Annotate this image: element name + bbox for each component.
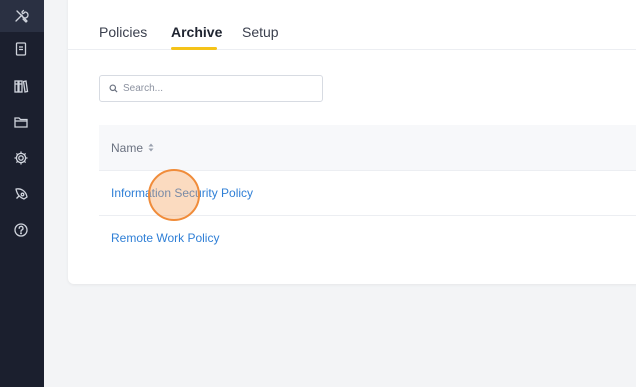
policies-card: Policies Archive Setup Name Information [68,0,636,284]
click-indicator [148,169,200,221]
table-header: Name [99,125,636,171]
tools-icon[interactable] [10,5,32,27]
folder-icon[interactable] [10,111,32,133]
tab-setup[interactable]: Setup [242,24,279,40]
search-icon [103,84,123,93]
search-box[interactable] [99,75,323,102]
column-header-name[interactable]: Name [111,141,154,155]
active-tab-indicator [171,47,217,50]
document-icon[interactable] [10,38,32,60]
tab-policies[interactable]: Policies [99,24,147,40]
sidebar [0,0,44,387]
tab-archive[interactable]: Archive [171,24,222,40]
search-input[interactable] [123,83,313,94]
tab-bar: Policies Archive Setup [68,0,636,50]
rocket-icon[interactable] [10,183,32,205]
column-header-label: Name [111,140,144,155]
table-row: Remote Work Policy [99,216,636,260]
help-icon[interactable] [10,219,32,241]
policy-link[interactable]: Remote Work Policy [111,231,219,245]
sort-icon[interactable] [148,143,154,152]
library-icon[interactable] [10,75,32,97]
settings-icon[interactable] [10,147,32,169]
